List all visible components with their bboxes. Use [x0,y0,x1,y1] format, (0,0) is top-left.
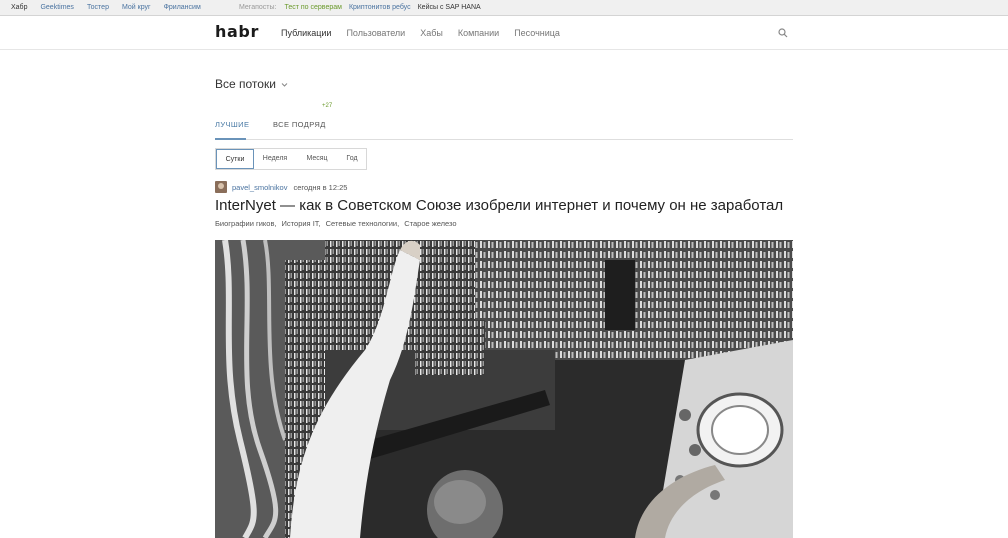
nav-item-publications[interactable]: Публикации [281,28,331,38]
cover-photo [215,240,793,538]
tab-best[interactable]: ЛУЧШИЕ [215,120,249,129]
period-day[interactable]: Сутки [216,149,254,169]
nav-item-companies[interactable]: Компании [458,28,499,38]
service-link-geektimes[interactable]: Geektimes [40,0,73,16]
megapost-link[interactable]: Тест по серверам [284,0,341,16]
period-week[interactable]: Неделя [254,149,296,169]
megaposts: Мегапосты: Тест по серверам Криптонитов … [239,0,488,16]
service-link-freelansim[interactable]: Фрилансим [164,0,201,16]
megapost-link[interactable]: Криптонитов ребус [349,0,411,16]
services-bar: Хабр Geektimes Тостер Мой круг Фрилансим… [0,0,1008,16]
stream-title: Все потоки [215,77,276,91]
post-title[interactable]: InterNyet — как в Советском Союзе изобре… [215,196,815,216]
post-author[interactable]: pavel_smolnikov [232,183,287,192]
post-cover-image[interactable] [215,240,793,538]
period-month[interactable]: Месяц [296,149,338,169]
service-link-habr[interactable]: Хабр [11,0,27,16]
post-hubs: Биографии гиков, История IT, Сетевые тех… [215,219,462,228]
new-posts-badge: +27 [322,103,333,109]
stream-selector[interactable]: Все потоки [215,77,288,91]
active-tab-indicator [215,138,246,140]
avatar[interactable] [215,181,227,193]
nav-item-users[interactable]: Пользователи [346,28,405,38]
nav-item-hubs[interactable]: Хабы [420,28,443,38]
post-meta: pavel_smolnikov сегодня в 12:25 [215,181,347,193]
services-links: Хабр Geektimes Тостер Мой круг Фрилансим [11,0,214,16]
service-link-moikrug[interactable]: Мой круг [122,0,151,16]
hub-link[interactable]: Биографии гиков, [215,219,277,228]
nav-item-sandbox[interactable]: Песочница [514,28,560,38]
chevron-down-icon [281,82,288,87]
feed-tabs: ЛУЧШИЕ ВСЕ ПОДРЯД +27 [215,103,793,140]
search-icon[interactable] [778,28,788,38]
period-filter: Сутки Неделя Месяц Год [215,148,367,170]
period-year[interactable]: Год [338,149,366,169]
post-time: сегодня в 12:25 [293,182,348,192]
main-header: habr Публикации Пользователи Хабы Компан… [0,16,1008,50]
hub-link[interactable]: История IT, [282,219,321,228]
tab-all[interactable]: ВСЕ ПОДРЯД [273,120,326,129]
habr-logo[interactable]: habr [215,22,259,42]
service-link-toster[interactable]: Тостер [87,0,109,16]
hub-link[interactable]: Старое железо [404,219,456,228]
megapost-link[interactable]: Кейсы с SAP HANA [418,0,481,16]
megaposts-label: Мегапосты: [239,4,277,11]
hub-link[interactable]: Сетевые технологии, [326,219,400,228]
main-nav: Публикации Пользователи Хабы Компании Пе… [281,16,575,50]
